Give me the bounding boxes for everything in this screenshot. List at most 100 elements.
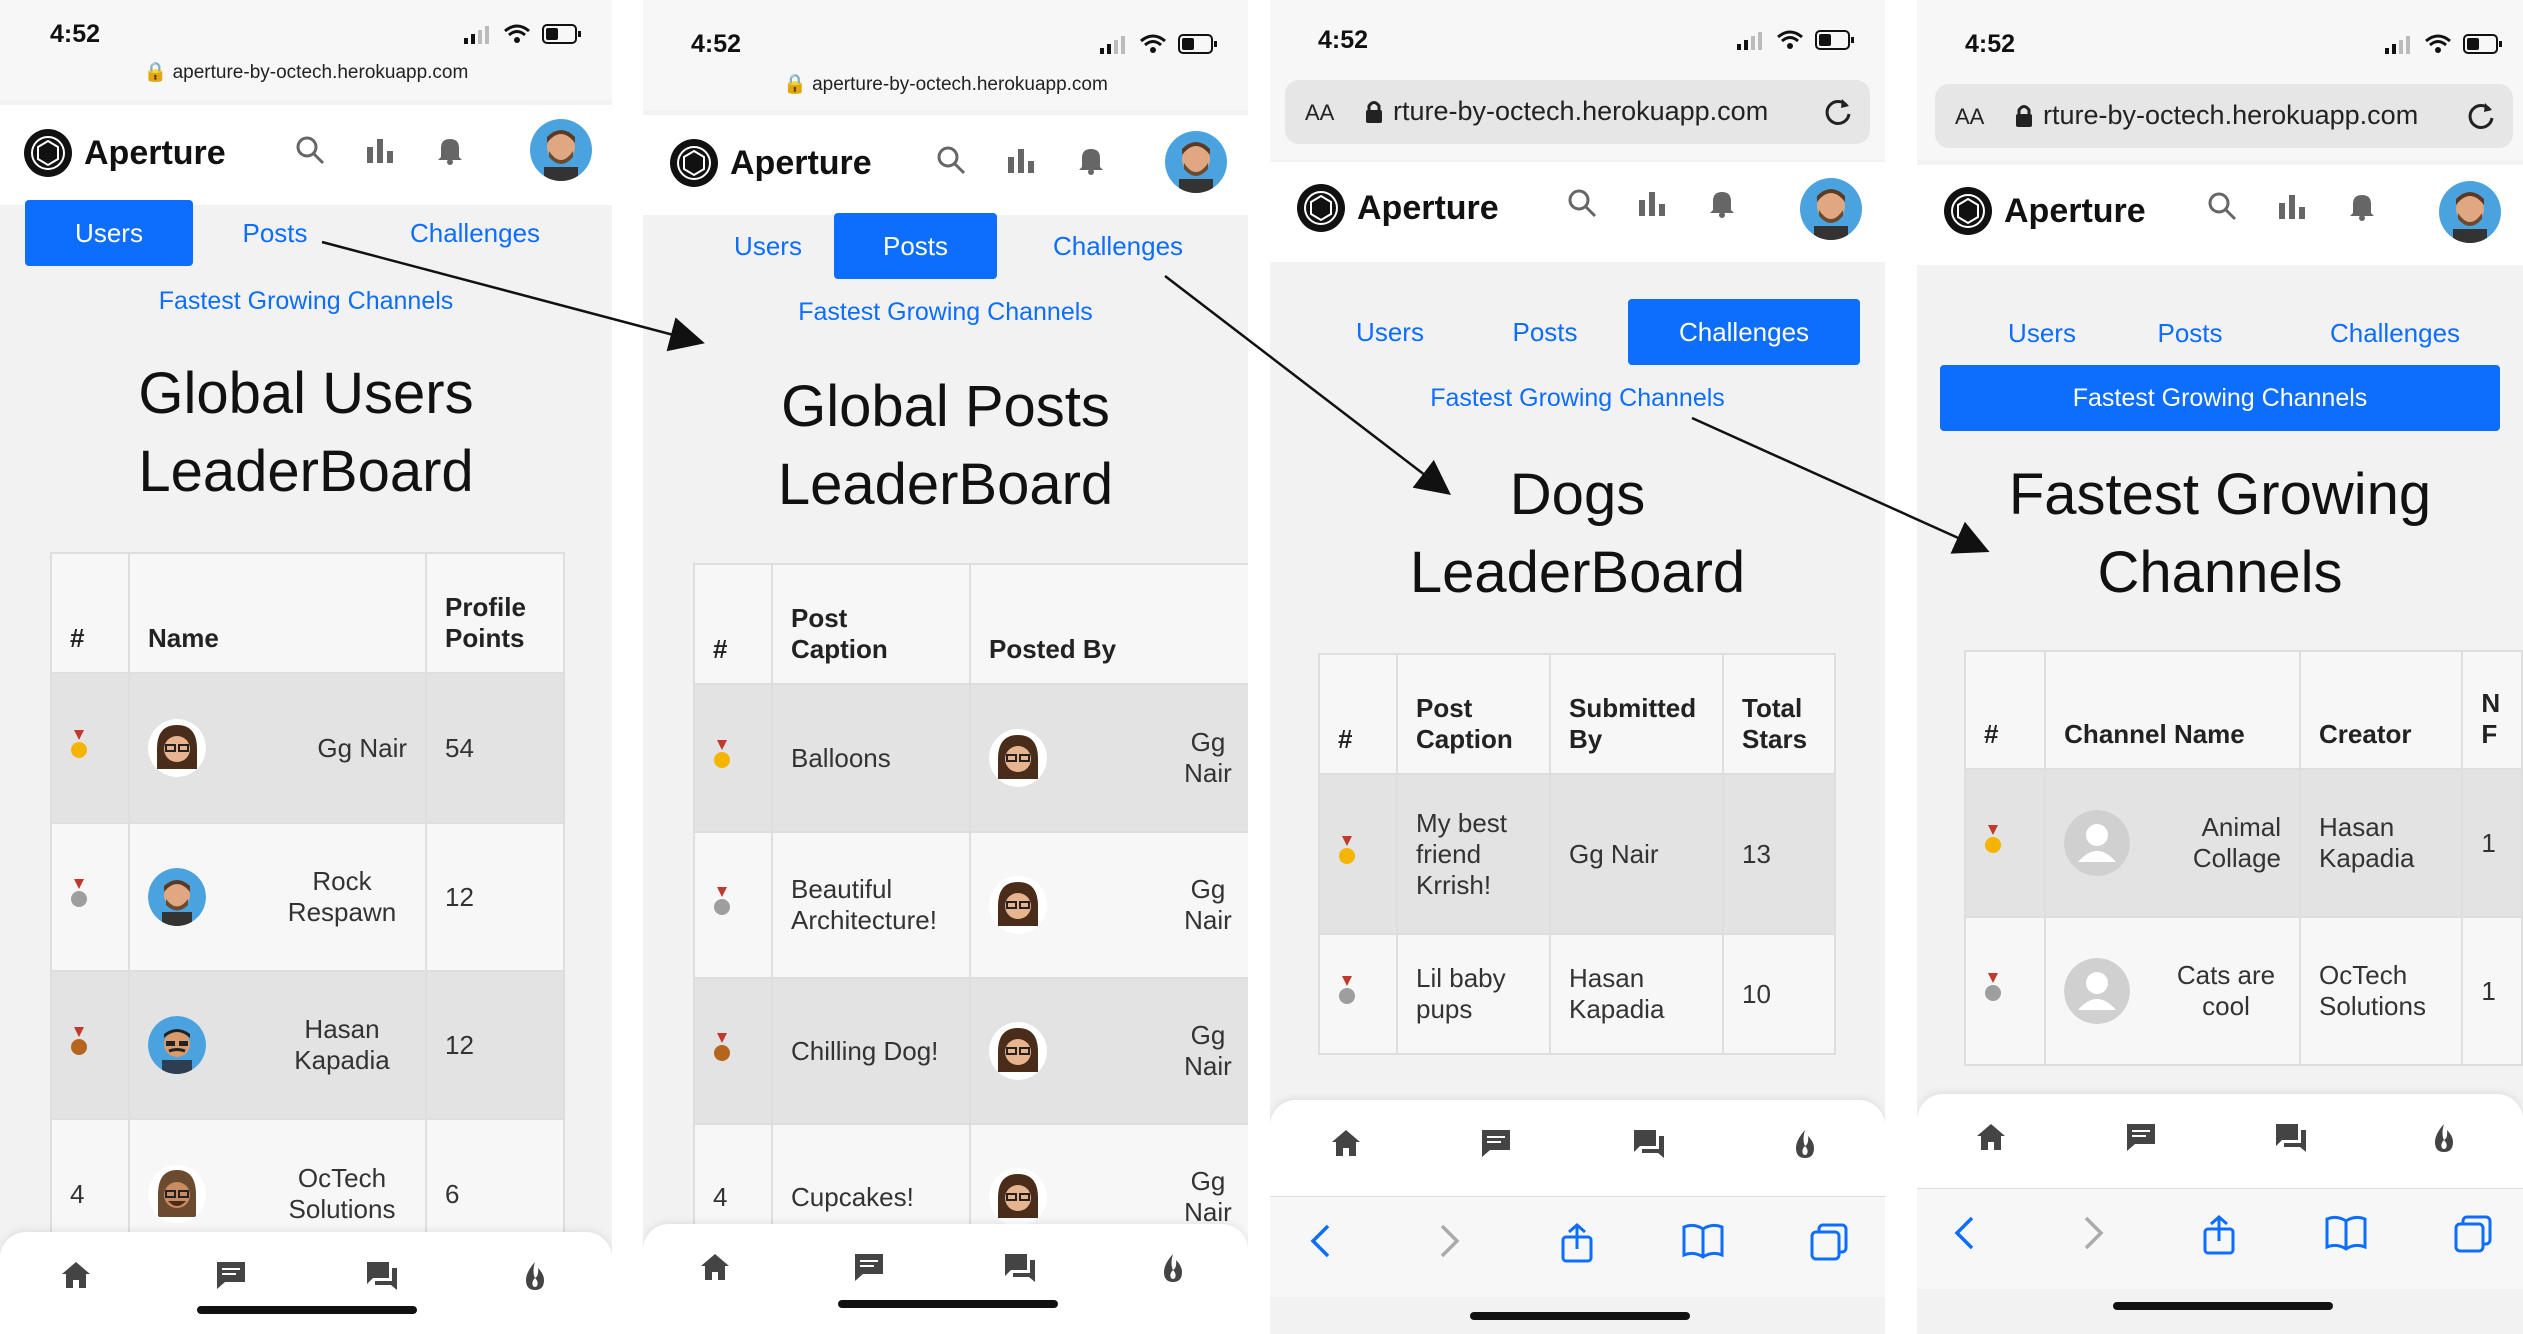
table-row[interactable]: Animal Collage Hasan Kapadia 1 <box>1963 768 2523 918</box>
flame-icon[interactable] <box>2429 1122 2459 1154</box>
col-rank: # <box>1963 650 2047 770</box>
col-n: N F <box>2461 650 2523 770</box>
home-icon[interactable] <box>699 1252 731 1282</box>
search-icon[interactable] <box>1567 188 1597 218</box>
tabs-icon[interactable] <box>2454 1215 2492 1253</box>
back-icon[interactable] <box>1952 1215 1976 1251</box>
status-time: 4:52 <box>50 20 101 48</box>
bell-icon[interactable] <box>1076 145 1106 175</box>
lock-icon <box>1366 101 1382 123</box>
search-icon[interactable] <box>2207 191 2237 221</box>
status-bar: 4:52 🔒 aperture-by-octech.herokuapp.com <box>0 0 612 100</box>
home-icon[interactable] <box>1330 1128 1362 1158</box>
app-logo[interactable]: Aperture <box>668 137 872 189</box>
tab-posts[interactable]: Posts <box>1475 299 1615 365</box>
bar-chart-icon[interactable] <box>1006 145 1036 175</box>
tab-challenges[interactable]: Challenges <box>380 200 570 266</box>
home-indicator <box>197 1306 417 1314</box>
profile-avatar[interactable] <box>1165 131 1227 193</box>
forward-icon[interactable] <box>1438 1223 1462 1259</box>
battery-icon <box>1815 30 1854 50</box>
signal-icon <box>1737 32 1762 50</box>
tabs-icon[interactable] <box>1810 1223 1848 1261</box>
comment-icon[interactable] <box>853 1252 885 1282</box>
table-row[interactable]: Cats are cool OcTech Solutions 1 <box>1963 916 2523 1066</box>
status-bar: 4:52 🔒 aperture-by-octech.herokuapp.com <box>643 0 1248 110</box>
table-row[interactable]: Balloons Gg Nair <box>693 683 1248 833</box>
book-icon[interactable] <box>2325 1215 2367 1251</box>
tab-users[interactable]: Users <box>698 213 838 279</box>
address-url[interactable]: 🔒 aperture-by-octech.herokuapp.com <box>0 60 612 84</box>
tab-challenges[interactable]: Challenges <box>2295 300 2495 366</box>
col-points: Profile Points <box>425 552 565 674</box>
tab-posts[interactable]: Posts <box>205 200 345 266</box>
tab-fastest-growing[interactable]: Fastest Growing Channels <box>1270 365 1885 431</box>
comment-icon[interactable] <box>1480 1128 1512 1158</box>
table-row[interactable]: My best friend Krrish! Gg Nair 13 <box>1318 773 1836 935</box>
table-row[interactable]: Beautiful Architecture! Gg Nair <box>693 831 1248 979</box>
table-row[interactable]: Chilling Dog! Gg Nair <box>693 977 1248 1125</box>
avatar <box>148 719 206 777</box>
book-icon[interactable] <box>1682 1223 1724 1259</box>
tab-users[interactable]: Users <box>25 200 193 266</box>
app-logo[interactable]: Aperture <box>22 127 226 179</box>
table-row[interactable]: Gg Nair 54 <box>50 672 565 824</box>
profile-avatar[interactable] <box>530 119 592 181</box>
aperture-logo-icon <box>24 129 72 177</box>
tab-fastest-growing[interactable]: Fastest Growing Channels <box>643 279 1248 345</box>
table-row[interactable]: Hasan Kapadia 12 <box>50 970 565 1120</box>
bell-icon[interactable] <box>435 135 465 165</box>
app-logo[interactable]: Aperture <box>1295 182 1499 234</box>
share-icon[interactable] <box>2202 1215 2236 1255</box>
tab-users[interactable]: Users <box>1972 300 2112 366</box>
address-bar[interactable]: AA rture-by-octech.herokuapp.com <box>1285 80 1870 144</box>
tab-posts[interactable]: Posts <box>2120 300 2260 366</box>
reload-icon[interactable] <box>2467 100 2495 130</box>
lock-icon <box>2016 105 2032 127</box>
reload-icon[interactable] <box>1824 96 1852 126</box>
tab-challenges[interactable]: Challenges <box>1023 213 1213 279</box>
back-icon[interactable] <box>1308 1223 1332 1259</box>
search-icon[interactable] <box>295 135 325 165</box>
comment-icon[interactable] <box>215 1260 247 1290</box>
home-indicator <box>2113 1302 2333 1310</box>
profile-avatar[interactable] <box>1800 178 1862 240</box>
tab-challenges[interactable]: Challenges <box>1628 299 1860 365</box>
share-icon[interactable] <box>1560 1223 1594 1263</box>
search-icon[interactable] <box>936 145 966 175</box>
flame-icon[interactable] <box>1158 1252 1188 1284</box>
page-title: Global Users LeaderBoard <box>138 361 474 504</box>
address-url[interactable]: 🔒 aperture-by-octech.herokuapp.com <box>643 72 1248 96</box>
address-bar[interactable]: AA rture-by-octech.herokuapp.com <box>1935 84 2513 148</box>
tab-fastest-growing[interactable]: Fastest Growing Channels <box>1940 365 2500 431</box>
safari-toolbar <box>1917 1188 2523 1289</box>
forward-icon[interactable] <box>2082 1215 2106 1251</box>
home-icon[interactable] <box>1975 1122 2007 1152</box>
chat-icon[interactable] <box>1632 1128 1666 1160</box>
tab-posts[interactable]: Posts <box>834 213 997 279</box>
bar-chart-icon[interactable] <box>1637 188 1667 218</box>
bell-icon[interactable] <box>1707 188 1737 218</box>
table-row[interactable]: Rock Respawn 12 <box>50 822 565 972</box>
app-header: Aperture <box>1270 162 1885 262</box>
chat-icon[interactable] <box>2274 1122 2308 1154</box>
bar-chart-icon[interactable] <box>365 135 395 165</box>
profile-avatar[interactable] <box>2439 181 2501 243</box>
chat-icon[interactable] <box>365 1260 399 1292</box>
reader-aa-button[interactable]: AA <box>1305 100 1334 126</box>
tab-fastest-growing[interactable]: Fastest Growing Channels <box>0 268 612 334</box>
flame-icon[interactable] <box>1790 1128 1820 1160</box>
phone-challenges-screen: 4:52 AA rture-by-octech.herokuapp.com Ap… <box>1270 0 1885 1334</box>
app-logo[interactable]: Aperture <box>1942 185 2146 237</box>
tab-users[interactable]: Users <box>1320 299 1460 365</box>
flame-icon[interactable] <box>520 1260 550 1292</box>
chat-icon[interactable] <box>1003 1252 1037 1284</box>
bell-icon[interactable] <box>2347 191 2377 221</box>
bar-chart-icon[interactable] <box>2277 191 2307 221</box>
reader-aa-button[interactable]: AA <box>1955 104 1984 130</box>
lock-icon: 🔒 <box>143 62 168 83</box>
col-rank: # <box>50 552 130 674</box>
comment-icon[interactable] <box>2125 1122 2157 1152</box>
home-icon[interactable] <box>60 1260 92 1290</box>
table-row[interactable]: Lil baby pups Hasan Kapadia 10 <box>1318 933 1836 1055</box>
